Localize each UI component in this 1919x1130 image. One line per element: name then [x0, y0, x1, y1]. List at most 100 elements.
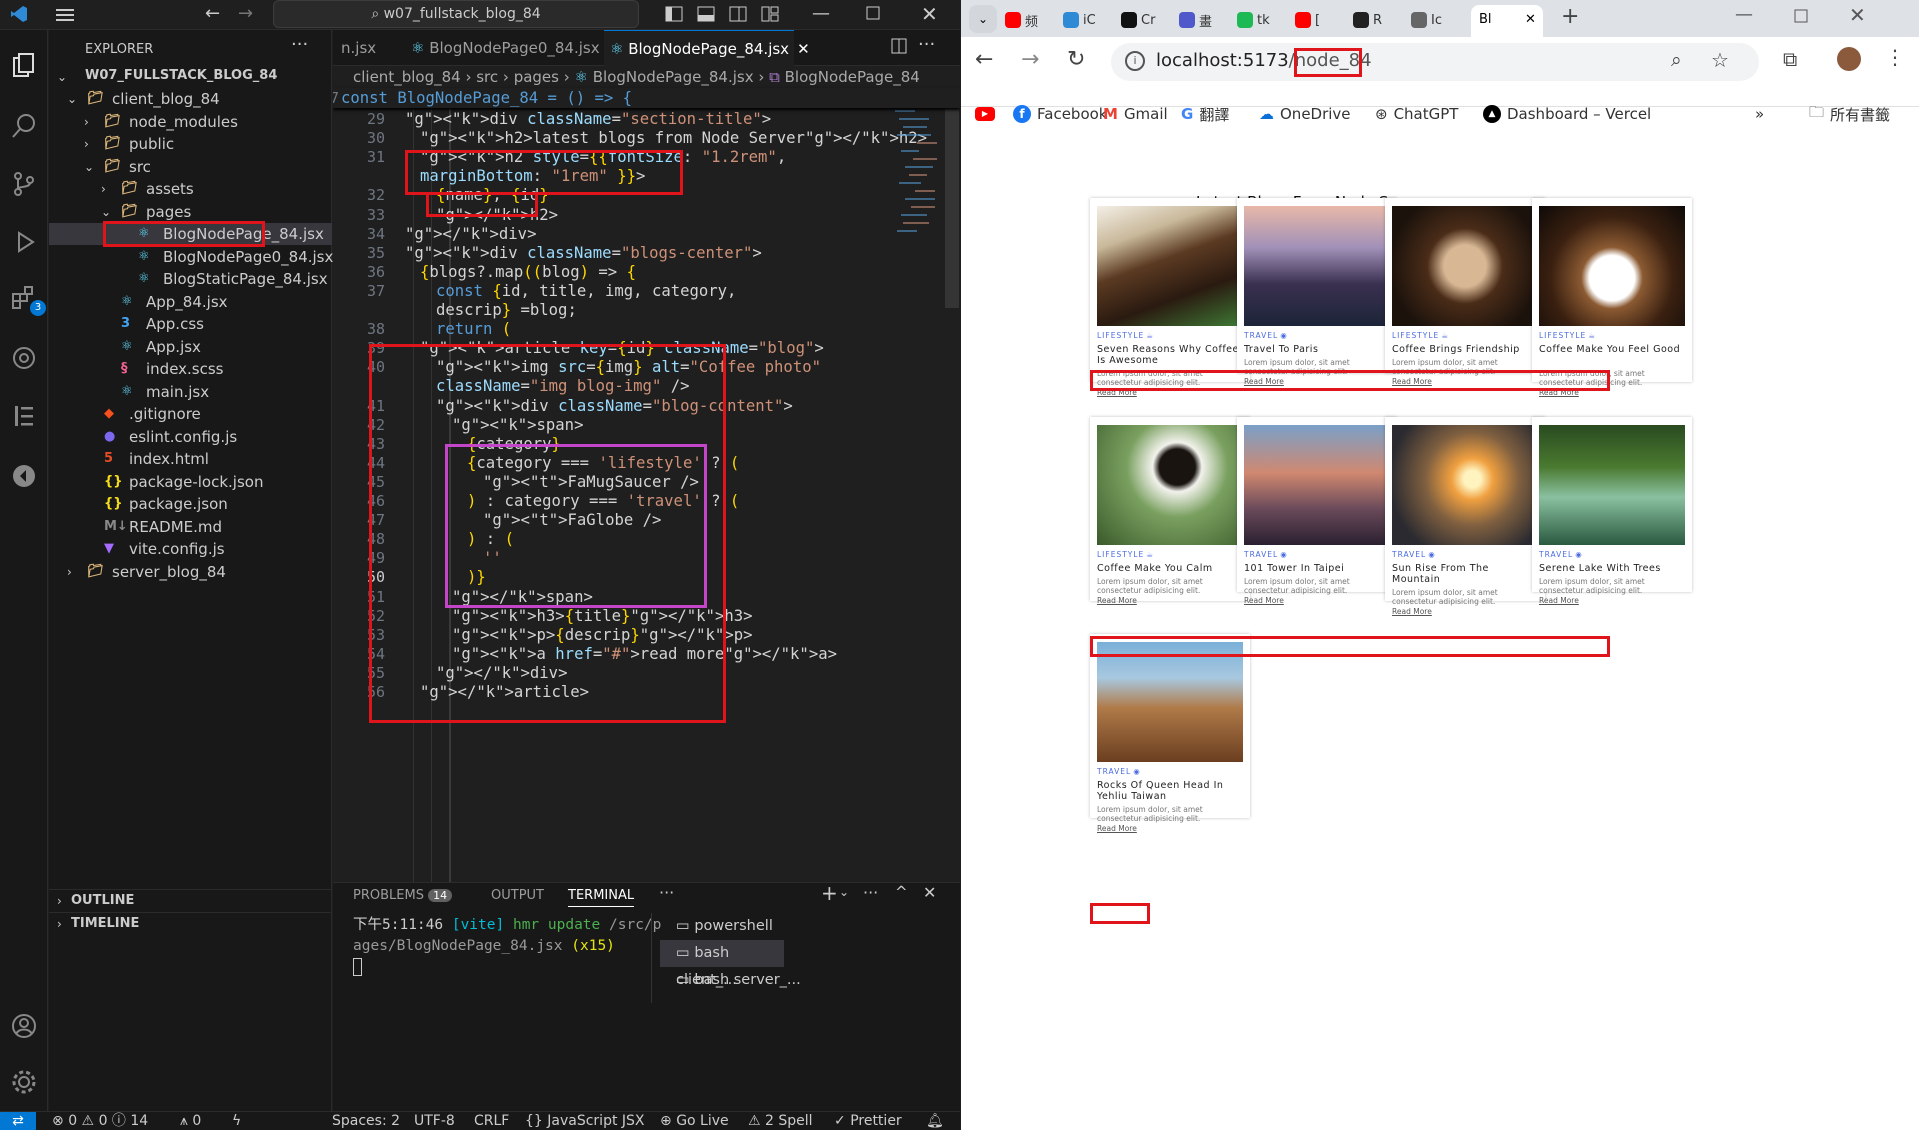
folder-item[interactable]: ⌄ 📁︎ client_blog_84 — [49, 88, 332, 110]
tab-output[interactable]: OUTPUT — [491, 885, 544, 907]
close-window-icon[interactable]: ✕ — [1849, 3, 1866, 27]
file-item[interactable]: 3 App.css — [49, 313, 332, 335]
file-item[interactable]: § index.scss — [49, 358, 332, 380]
read-more-link[interactable]: Read More — [1097, 596, 1137, 605]
folder-item[interactable]: › 📁︎ server_blog_84 — [49, 561, 332, 583]
file-item[interactable]: ● eslint.config.js — [49, 426, 332, 448]
browser-tab[interactable]: tk — [1237, 5, 1279, 35]
editor-more-icon[interactable]: ··· — [918, 34, 935, 55]
editor-area[interactable]: n.jsx ⚛ BlogNodePage0_84.jsx ⚛ BlogNodeP… — [333, 30, 960, 882]
problems-status[interactable]: ⊗ 0 ⚠ 0 ⓘ 14 — [52, 1112, 148, 1130]
file-item[interactable]: {} package.json — [49, 493, 332, 515]
lightning-icon[interactable]: ϟ — [232, 1112, 241, 1130]
reload-icon[interactable]: ↻ — [1067, 47, 1085, 72]
file-item[interactable]: M↓ README.md — [49, 516, 332, 538]
split-editor-icon[interactable] — [891, 38, 907, 58]
chevron-down-icon[interactable]: ⌄ — [839, 885, 849, 899]
customize-layout-icon[interactable] — [761, 6, 779, 26]
tab-blognodepage0[interactable]: ⚛ BlogNodePage0_84.jsx — [411, 30, 604, 66]
tab-app-jsx[interactable]: n.jsx — [333, 30, 403, 66]
read-more-link[interactable]: Read More — [1097, 824, 1137, 833]
indentation-status[interactable]: Spaces: 2 — [332, 1112, 400, 1130]
minimap[interactable] — [893, 108, 943, 258]
panel-more-icon[interactable]: ··· — [659, 883, 674, 902]
bookmark-chatgpt[interactable]: ⊛ ChatGPT — [1375, 101, 1458, 127]
maximize-icon[interactable] — [866, 6, 880, 24]
terminal-more-icon[interactable]: ··· — [863, 883, 878, 902]
maximize-panel-icon[interactable]: ^ — [895, 883, 908, 901]
browser-tab[interactable]: iC — [1063, 5, 1105, 35]
minimize-icon[interactable]: — — [1735, 4, 1753, 25]
timeline-section[interactable]: › TIMELINE — [49, 912, 332, 934]
terminal-item-powershell[interactable]: ▭ powershell — [660, 913, 960, 940]
encoding-status[interactable]: UTF-8 — [414, 1112, 455, 1130]
terminal-item-bash-client[interactable]: ▭ bash client_... — [660, 940, 784, 988]
toggle-panel-icon[interactable] — [697, 6, 715, 26]
outline-section[interactable]: › OUTLINE — [49, 889, 332, 911]
close-window-icon[interactable]: ✕ — [921, 2, 938, 26]
site-info-icon[interactable]: i — [1125, 51, 1145, 71]
extensions-icon[interactable]: ⧉ — [1783, 47, 1797, 71]
toggle-sidebar-icon[interactable] — [665, 6, 683, 26]
minimize-icon[interactable]: — — [812, 3, 830, 24]
bookmark-star-icon[interactable]: ☆ — [1711, 48, 1729, 72]
forward-arrow-icon[interactable]: → — [238, 3, 253, 24]
file-item[interactable]: ⚛ main.jsx — [49, 381, 332, 403]
back-arrow-icon[interactable]: ← — [975, 47, 993, 72]
file-item[interactable]: ⚛ BlogNodePage0_84.jsx — [49, 246, 333, 268]
remote-indicator-icon[interactable]: ⇄ — [0, 1112, 36, 1130]
folder-item[interactable]: › 📁︎ assets — [49, 178, 332, 200]
zoom-icon[interactable]: ⌕ — [1671, 49, 1682, 71]
chrome-menu-icon[interactable]: ⋮ — [1885, 45, 1905, 69]
bookmark-facebook[interactable]: f Facebook — [1013, 101, 1107, 127]
browser-tab-active[interactable]: Bl ✕ — [1471, 5, 1543, 37]
more-bookmarks-icon[interactable]: » — [1755, 101, 1764, 127]
editor-scrollbar[interactable] — [945, 108, 959, 308]
file-item[interactable]: ⚛ BlogStaticPage_84.jsx — [49, 268, 332, 290]
bookmark-onedrive[interactable]: ☁ OneDrive — [1259, 101, 1351, 127]
back-arrow-icon[interactable]: ← — [205, 3, 220, 24]
tab-terminal[interactable]: TERMINAL — [568, 885, 635, 907]
file-item[interactable]: ⚛ App_84.jsx — [49, 291, 332, 313]
terminal-item-bash-server[interactable]: ▭ bash server_... — [660, 967, 960, 994]
terminal-output[interactable]: 下午5:11:46 [vite] hmr update /src/pages/B… — [353, 915, 663, 978]
tab-search-icon[interactable]: ⌄ — [969, 5, 997, 33]
run-debug-icon[interactable] — [8, 226, 40, 258]
command-center-search[interactable]: ⌕ w07_fullstack_blog_84 — [273, 0, 639, 28]
menu-icon[interactable] — [56, 6, 76, 24]
source-control-icon[interactable] — [8, 168, 40, 200]
extensions-icon[interactable]: 3 — [8, 282, 46, 316]
all-bookmarks[interactable]: 🗀︎ 所有書籤 — [1809, 101, 1890, 127]
more-actions-icon[interactable]: ··· — [291, 34, 308, 55]
language-status[interactable]: {} JavaScript JSX — [525, 1112, 645, 1130]
spell-status[interactable]: ⚠ 2 Spell — [748, 1112, 813, 1130]
account-icon[interactable] — [8, 1010, 40, 1042]
bookmark-youtube[interactable]: ▶ — [975, 101, 995, 127]
browser-tab[interactable]: [ — [1295, 5, 1337, 35]
file-item[interactable]: {} package-lock.json — [49, 471, 332, 493]
file-item[interactable]: ⚛ App.jsx — [49, 336, 332, 358]
maximize-icon[interactable] — [1794, 8, 1808, 27]
tab-blognodepage[interactable]: ⚛ BlogNodePage_84.jsx ✕ — [604, 30, 810, 66]
browser-tab[interactable]: 畫 — [1179, 5, 1221, 35]
profile-avatar[interactable] — [1837, 47, 1861, 71]
file-item[interactable]: 5 index.html — [49, 448, 332, 470]
forward-arrow-icon[interactable]: → — [1021, 47, 1039, 72]
new-terminal-icon[interactable]: + — [821, 881, 838, 905]
browser-tab[interactable]: Ic — [1411, 5, 1453, 35]
eol-status[interactable]: CRLF — [474, 1112, 509, 1130]
browser-tab[interactable]: Cr — [1121, 5, 1163, 35]
browser-tab[interactable]: 频 — [1005, 5, 1047, 35]
chatgpt-icon[interactable] — [8, 342, 40, 374]
toggle-secondary-sidebar-icon[interactable] — [729, 6, 747, 26]
folder-item[interactable]: › 📁︎ public — [49, 133, 332, 155]
close-tab-icon[interactable]: ✕ — [797, 40, 810, 58]
read-more-link[interactable]: Read More — [1244, 596, 1284, 605]
file-item[interactable]: ▼ vite.config.js — [49, 538, 332, 560]
notifications-icon[interactable]: 🔔︎ — [926, 1112, 944, 1130]
folder-item[interactable]: ⌄ 📁︎ src — [49, 156, 332, 178]
tab-problems[interactable]: PROBLEMS 14 — [353, 885, 453, 907]
file-item[interactable]: ◆ .gitignore — [49, 403, 332, 425]
bookmark-vercel[interactable]: ▲ Dashboard – Vercel — [1483, 101, 1651, 127]
browser-tab[interactable]: R — [1353, 5, 1395, 35]
